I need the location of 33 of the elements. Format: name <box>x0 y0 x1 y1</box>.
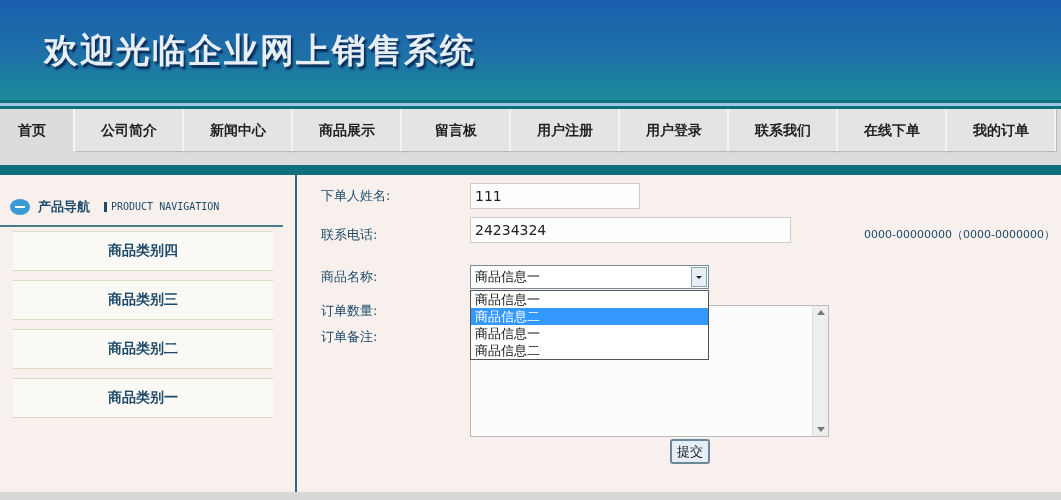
scrollbar[interactable] <box>812 306 828 436</box>
submit-button[interactable]: 提交 <box>670 439 710 464</box>
category-link[interactable]: 商品类别三 <box>13 279 273 320</box>
name-field[interactable]: 111 <box>470 183 640 209</box>
nav-tab[interactable]: 用户注册 <box>511 109 620 151</box>
scroll-up-icon[interactable] <box>816 310 825 315</box>
field-label: 订单备注: <box>321 327 379 346</box>
nav-tab[interactable]: 商品展示 <box>293 109 402 151</box>
field-label: 下单人姓名: <box>321 187 392 206</box>
nav-tab[interactable]: 用户登录 <box>620 109 729 151</box>
nav-tab[interactable]: 在线下单 <box>838 109 947 151</box>
field-label: 联系电话: <box>321 226 379 245</box>
field-label: 商品名称: <box>321 268 379 286</box>
phone-field[interactable]: 24234324 <box>470 217 791 243</box>
nav-tab[interactable]: 联系我们 <box>729 109 838 151</box>
nav-tab[interactable]: 我的订单 <box>947 109 1056 151</box>
category-link[interactable]: 商品类别二 <box>13 328 273 369</box>
sidebar-subtitle: PRODUCT NAVIGATION <box>104 201 220 212</box>
nav-tab[interactable]: 新闻中心 <box>184 109 293 151</box>
nav-tab[interactable]: 留言板 <box>402 109 511 151</box>
product-select[interactable]: 商品信息一 <box>470 265 709 289</box>
dropdown-option[interactable]: 商品信息二 <box>471 342 708 359</box>
sidebar-title: 产品导航 <box>38 198 90 216</box>
phone-hint: 0000-00000000（0000-0000000） <box>864 226 1055 243</box>
dropdown-option[interactable]: 商品信息一 <box>471 325 708 342</box>
logo-icon <box>10 198 30 215</box>
site-title: 欢迎光临企业网上销售系统 <box>44 28 476 72</box>
field-label: 订单数量: <box>321 302 379 320</box>
category-link[interactable]: 商品类别四 <box>13 230 273 271</box>
nav-tab[interactable]: 公司简介 <box>75 109 184 151</box>
category-link[interactable]: 商品类别一 <box>13 377 273 418</box>
scroll-down-icon[interactable] <box>816 427 825 432</box>
dropdown-option[interactable]: 商品信息一 <box>471 291 708 308</box>
